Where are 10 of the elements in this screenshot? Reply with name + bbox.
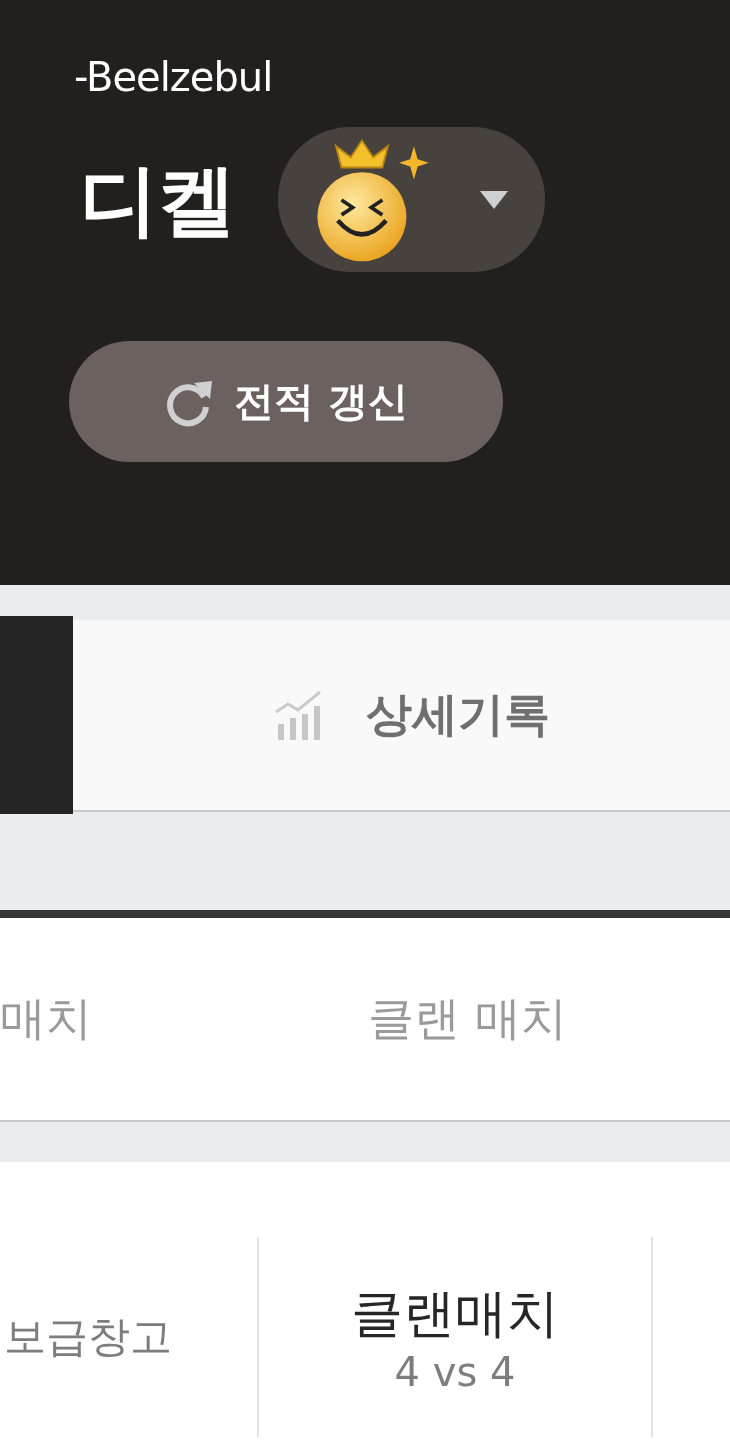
team-size: 4 vs 4 [394, 1349, 516, 1395]
nickname: 디켈 [80, 153, 236, 247]
refresh-button[interactable]: 전적 갱신 [69, 341, 503, 462]
chart-icon [273, 690, 322, 740]
match-mode: 클랜매치 [351, 1282, 559, 1345]
caret-icon [480, 190, 508, 209]
map-name: 보급창고 [4, 1311, 172, 1363]
subtitle: -Beelzebul [74, 53, 273, 102]
match-type-tab[interactable]: 매치 [0, 918, 368, 1120]
match-type-tab[interactable]: 클랜 매치 [368, 918, 567, 1120]
